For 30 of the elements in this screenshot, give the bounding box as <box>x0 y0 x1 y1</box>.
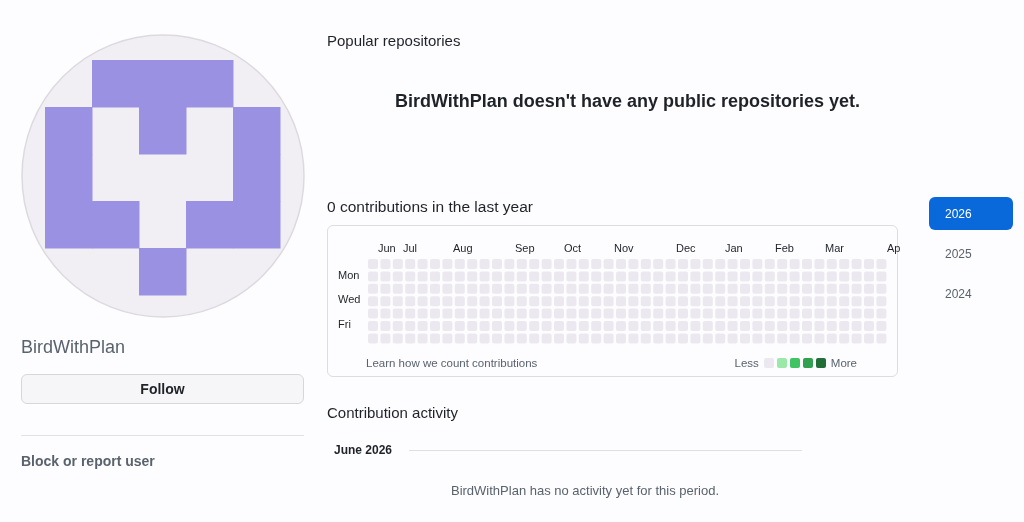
legend-more: More <box>830 357 857 369</box>
empty-message: BirdWithPlan doesn't have any public repositories yet. <box>393 91 862 112</box>
year-tab[interactable]: 2026 <box>929 197 1013 230</box>
learn-link[interactable]: Learn how we count contributions <box>366 357 538 369</box>
month-label: Aug <box>453 242 473 254</box>
empty-message: BirdWithPlan has no activity yet for this period. <box>449 483 721 498</box>
month-label: Jun <box>378 242 396 254</box>
section-title: Contribution activity <box>327 404 459 421</box>
month-label: Dec <box>676 242 696 254</box>
avatar-identicon <box>21 34 305 318</box>
month-label: Feb <box>775 242 794 254</box>
month-label: Jan <box>725 242 743 254</box>
weekday-label: Mon <box>338 269 360 281</box>
weekday-label: Fri <box>338 318 351 330</box>
username: BirdWithPlan <box>21 337 127 358</box>
year-tab[interactable]: 2025 <box>929 237 1013 270</box>
section-title: 0 contributions in the last year <box>327 198 534 216</box>
block-report-link[interactable]: Block or report user <box>21 453 304 469</box>
period-heading: June 2026 <box>334 443 393 457</box>
month-label: Mar <box>825 242 844 254</box>
month-label: Nov <box>614 242 634 254</box>
month-label: Ap <box>887 242 901 254</box>
month-label: Sep <box>515 242 535 254</box>
month-label: Oct <box>564 242 582 254</box>
month-label: Jul <box>403 242 418 254</box>
legend-less: Less <box>734 357 759 369</box>
section-title: Popular repositories <box>327 32 462 49</box>
year-tab[interactable]: 2024 <box>929 277 1013 310</box>
follow-button[interactable]: Follow <box>21 374 304 404</box>
weekday-label: Wed <box>338 293 361 305</box>
